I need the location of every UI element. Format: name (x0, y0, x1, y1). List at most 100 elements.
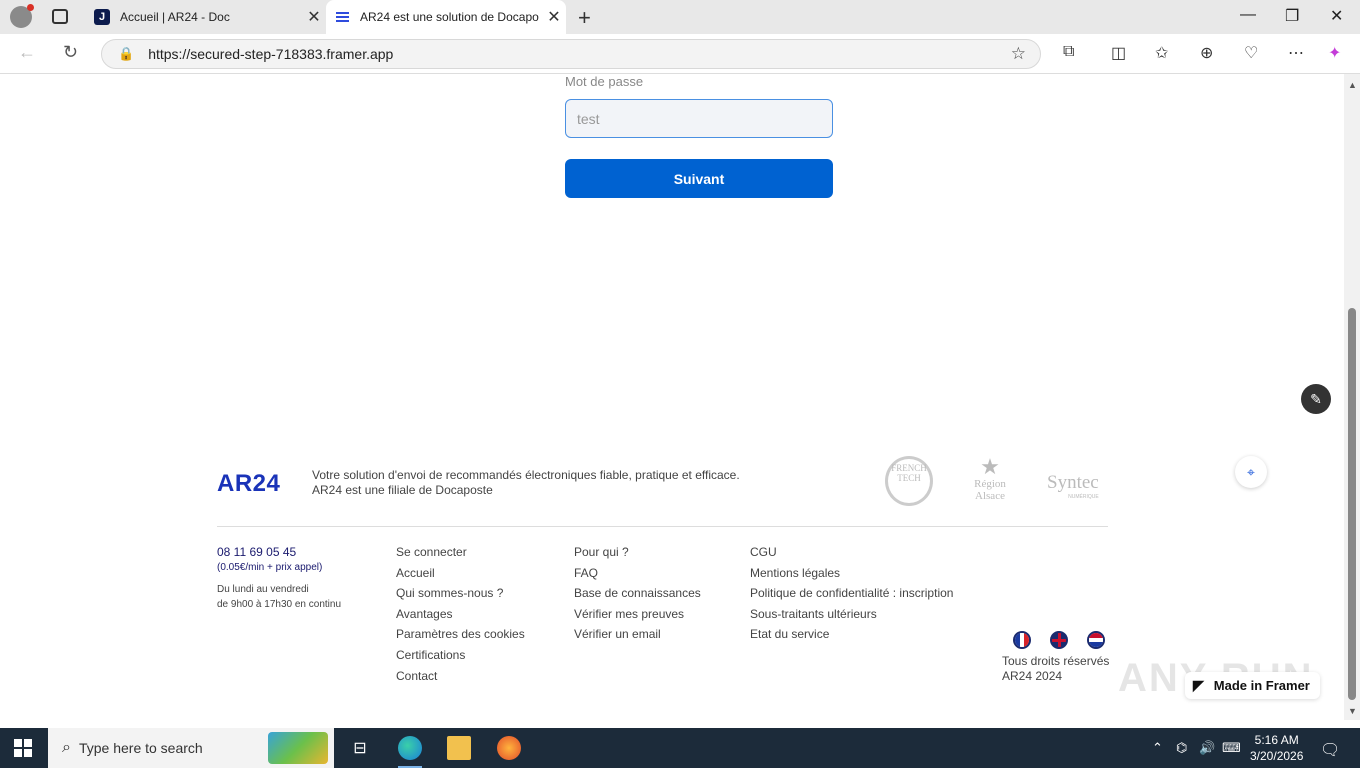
url-text: https://secured-step-718383.framer.app (148, 46, 394, 62)
edit-pencil-icon[interactable]: ✎ (1301, 384, 1331, 414)
page-content: Mot de passe test Suivant ✎ ⌖ AR24 Votre… (0, 74, 1344, 720)
rights-line: Tous droits réservés (1002, 654, 1110, 668)
volume-icon[interactable]: 🔊 (1199, 740, 1215, 756)
made-in-framer-badge[interactable]: ◤ Made in Framer (1185, 672, 1320, 699)
system-clock[interactable]: 5:16 AM 3/20/2026 (1250, 732, 1303, 764)
keyboard-icon[interactable]: ⌨ (1222, 740, 1241, 756)
new-tab-icon[interactable]: + (578, 5, 591, 31)
uk-flag-icon[interactable] (1050, 631, 1068, 649)
task-view-icon[interactable]: ⊟ (348, 736, 372, 760)
page-scrollbar[interactable]: ▲ ▼ (1344, 74, 1360, 720)
extensions-icon[interactable]: ⧉ (1063, 43, 1074, 61)
browser-tab-bar: J Accueil | AR24 - Doc ✕ AR24 est une so… (0, 0, 1360, 34)
address-bar-row: ← ↻ 🔒 https://secured-step-718383.framer… (0, 34, 1360, 74)
hours-line: Du lundi au vendredi (217, 584, 309, 595)
tray-chevron-icon[interactable]: ⌃ (1152, 740, 1163, 756)
network-icon[interactable]: ⌬ (1176, 740, 1187, 756)
windows-taskbar: ⌕ Type here to search ⊟ ⌃ ⌬ 🔊 ⌨ 5:16 AM … (0, 728, 1360, 768)
minimize-icon[interactable]: — (1240, 6, 1256, 24)
taskbar-search[interactable]: ⌕ Type here to search (48, 728, 334, 768)
footer-link-certifications[interactable]: Certifications (396, 648, 525, 669)
footer-link-verifier-email[interactable]: Vérifier un email (574, 627, 701, 648)
copilot-icon[interactable]: ✦ (1328, 43, 1341, 63)
footer-links-column-1: Se connecter Accueil Qui sommes-nous ? A… (396, 545, 525, 689)
alsace-text: Alsace (975, 490, 1005, 502)
browser-tab-ar24[interactable]: AR24 est une solution de Docapo ✕ (326, 0, 566, 34)
french-tech-text: FRENCH TECH (891, 463, 927, 483)
refresh-icon[interactable]: ↻ (63, 42, 78, 63)
footer-links-column-2: Pour qui ? FAQ Base de connaissances Vér… (574, 545, 701, 648)
scroll-up-icon[interactable]: ▲ (1348, 80, 1357, 90)
firefox-icon[interactable] (497, 736, 521, 760)
phone-number[interactable]: 08 11 69 05 45 (217, 545, 296, 559)
footer-link-accueil[interactable]: Accueil (396, 566, 525, 587)
split-screen-icon[interactable]: ◫ (1111, 43, 1126, 63)
ar24-logo[interactable]: AR24 (217, 470, 280, 498)
tagline-line: Votre solution d'envoi de recommandés él… (312, 468, 740, 482)
footer-link-se-connecter[interactable]: Se connecter (396, 545, 525, 566)
search-highlight-image (268, 732, 328, 764)
footer-link-verifier-preuves[interactable]: Vérifier mes preuves (574, 607, 701, 628)
rights-line: AR24 2024 (1002, 669, 1063, 683)
french-tech-badge: FRENCH TECH (885, 456, 933, 506)
search-placeholder: Type here to search (78, 740, 203, 756)
phone-note: (0.05€/min + prix appel) (217, 562, 323, 573)
favorite-star-icon[interactable]: ☆ (1011, 44, 1026, 64)
browser-tab-accueil[interactable]: J Accueil | AR24 - Doc ✕ (86, 0, 326, 34)
close-tab-icon[interactable]: ✕ (302, 7, 326, 27)
tagline-line: AR24 est une filiale de Docaposte (312, 483, 493, 497)
footer-link-contact[interactable]: Contact (396, 669, 525, 690)
footer-link-qui-sommes-nous[interactable]: Qui sommes-nous ? (396, 586, 525, 607)
password-input[interactable]: test (565, 99, 833, 138)
scrollbar-thumb[interactable] (1348, 308, 1356, 700)
collections-icon[interactable]: ⊕ (1200, 43, 1213, 63)
favorites-icon[interactable]: ✩ (1155, 43, 1168, 63)
syntec-text: Syntec (1047, 472, 1099, 493)
region-text: Région (974, 478, 1006, 490)
close-tab-icon[interactable]: ✕ (542, 7, 566, 27)
search-icon: ⌕ (62, 739, 71, 756)
region-alsace-badge: ★ Région Alsace (968, 454, 1012, 503)
close-window-icon[interactable]: ✕ (1330, 6, 1343, 26)
scroll-down-icon[interactable]: ▼ (1348, 706, 1357, 716)
footer-link-faq[interactable]: FAQ (574, 566, 701, 587)
footer-link-mentions-legales[interactable]: Mentions légales (750, 566, 953, 587)
edge-browser-icon[interactable] (398, 736, 422, 768)
star-icon: ★ (980, 454, 1000, 479)
lock-icon[interactable]: 🔒 (118, 46, 134, 62)
profile-avatar-icon[interactable] (10, 4, 34, 28)
footer-link-etat-service[interactable]: Etat du service (750, 627, 953, 648)
framer-logo-icon: ◤ (1193, 677, 1204, 693)
clock-date: 3/20/2026 (1250, 749, 1304, 763)
footer-link-cookies[interactable]: Paramètres des cookies (396, 627, 525, 648)
file-explorer-icon[interactable] (447, 736, 471, 760)
j-logo-icon: J (94, 9, 110, 25)
french-flag-icon[interactable] (1013, 631, 1031, 649)
next-button[interactable]: Suivant (565, 159, 833, 198)
password-label: Mot de passe (565, 74, 644, 89)
footer-links-column-3: CGU Mentions légales Politique de confid… (750, 545, 953, 648)
restore-icon[interactable]: ❐ (1285, 6, 1299, 26)
footer-divider (217, 526, 1108, 527)
url-field[interactable]: 🔒 https://secured-step-718383.framer.app… (101, 39, 1041, 69)
footer-tagline: Votre solution d'envoi de recommandés él… (312, 468, 740, 498)
made-in-framer-label: Made in Framer (1213, 678, 1310, 693)
footer-link-politique-confidentialite[interactable]: Politique de confidentialité : inscripti… (750, 586, 953, 607)
tab-actions-icon[interactable] (52, 9, 68, 24)
footer-link-cgu[interactable]: CGU (750, 545, 953, 566)
windows-start-icon[interactable] (14, 739, 32, 757)
copyright-text: Tous droits réservés AR24 2024 (1002, 654, 1109, 684)
tab-title: AR24 est une solution de Docapo (360, 10, 539, 24)
more-menu-icon[interactable]: ⋯ (1288, 43, 1304, 63)
footer-link-pour-qui[interactable]: Pour qui ? (574, 545, 701, 566)
docaposte-lines-icon (334, 9, 350, 25)
back-icon[interactable]: ← (18, 42, 36, 63)
footer-link-sous-traitants[interactable]: Sous-traitants ultérieurs (750, 607, 953, 628)
footer-link-base-connaissances[interactable]: Base de connaissances (574, 586, 701, 607)
footer-link-avantages[interactable]: Avantages (396, 607, 525, 628)
visual-search-icon[interactable]: ⌖ (1235, 456, 1267, 488)
hours-line: de 9h00 à 17h30 en continu (217, 599, 341, 610)
dutch-flag-icon[interactable] (1087, 631, 1105, 649)
browser-essentials-icon[interactable]: ♡ (1244, 43, 1258, 63)
notification-icon[interactable]: 🗨 (1320, 740, 1340, 760)
